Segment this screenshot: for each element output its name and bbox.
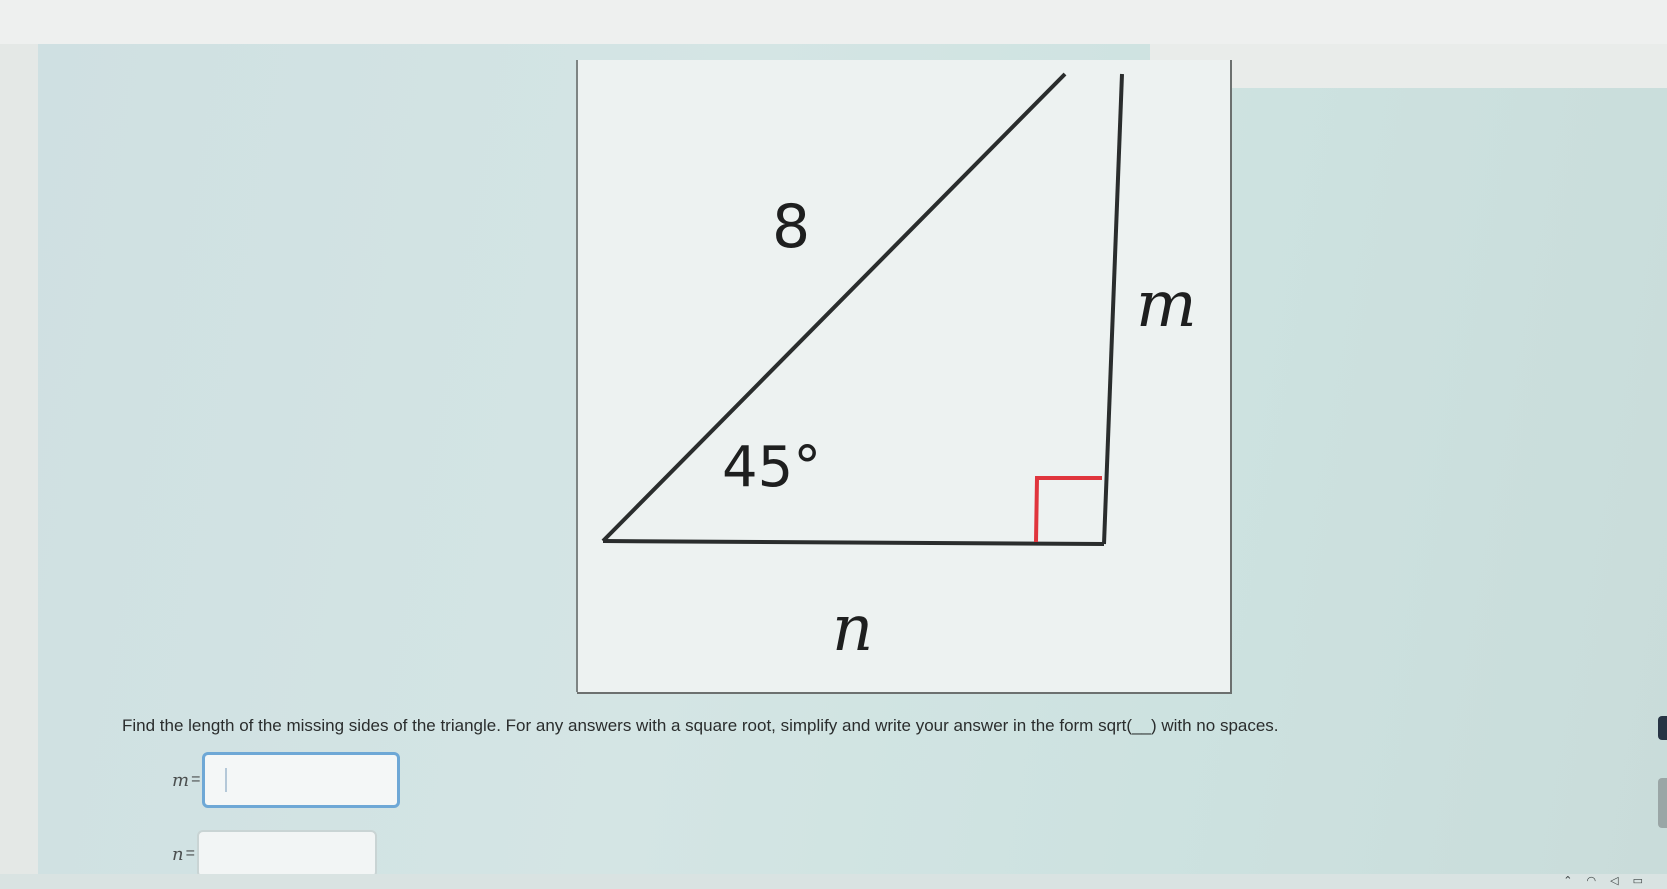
answer-row-m: m = (172, 752, 401, 808)
answer-n-variable: n (172, 843, 184, 865)
right-angle-marker (1034, 476, 1102, 543)
chevron-up-icon[interactable]: ⌃ (1563, 874, 1572, 887)
answer-m-input[interactable] (202, 752, 401, 808)
vertical-leg-label: m (1136, 268, 1197, 342)
answer-n-equals: = (185, 845, 195, 862)
taskbar (0, 874, 1667, 889)
text-caret (225, 768, 228, 792)
answer-n-input[interactable] (196, 830, 377, 878)
answer-m-variable: m (172, 769, 190, 791)
volume-icon[interactable]: ◁ (1610, 874, 1618, 887)
triangle-hypotenuse (601, 72, 1067, 543)
question-instructions: Find the length of the missing sides of … (122, 716, 1279, 735)
system-tray: ⌃ ◠ ◁ ▭ (1563, 874, 1643, 887)
scrollbar-track-segment[interactable] (1658, 778, 1667, 828)
answer-m-equals: = (191, 771, 201, 788)
triangle-base (602, 539, 1105, 546)
angle-label: 45° (722, 435, 822, 500)
scrollbar-thumb[interactable] (1658, 716, 1667, 740)
horizontal-leg-label: n (832, 592, 874, 666)
answer-row-n: n = (172, 830, 377, 878)
hypotenuse-label: 8 (772, 192, 811, 262)
triangle-vertical-leg (1102, 73, 1124, 545)
wifi-icon[interactable]: ◠ (1587, 874, 1597, 887)
battery-icon[interactable]: ▭ (1633, 874, 1643, 887)
